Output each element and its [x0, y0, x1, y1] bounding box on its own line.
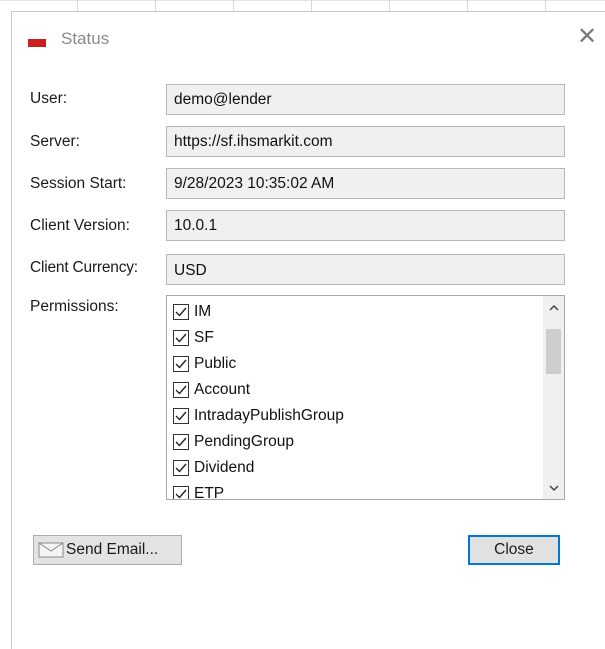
envelope-icon	[38, 542, 64, 558]
permission-item[interactable]: IM	[173, 299, 344, 325]
permission-checkbox[interactable]	[173, 408, 189, 424]
send-email-label: Send Email...	[66, 541, 159, 558]
client-currency-field: USD	[166, 254, 565, 285]
permission-checkbox[interactable]	[173, 304, 189, 320]
permission-name: PendingGroup	[194, 433, 294, 450]
scrollbar-thumb[interactable]	[546, 329, 561, 374]
checkmark-icon	[175, 333, 187, 343]
background-gridline	[0, 0, 605, 1]
window-title: Status	[61, 29, 110, 48]
permission-name: IntradayPublishGroup	[194, 407, 344, 424]
permission-item[interactable]: IntradayPublishGroup	[173, 403, 344, 429]
server-label: Server:	[30, 133, 80, 150]
permission-item[interactable]: ETP	[173, 481, 344, 500]
status-dialog: Status ✕ User: demo@lender Server: https…	[11, 11, 605, 649]
checkmark-icon	[175, 385, 187, 395]
permissions-items: IM SF Public Account IntradayPublishGroup Pen…	[173, 299, 344, 500]
close-icon[interactable]: ✕	[575, 25, 599, 49]
permission-item[interactable]: PendingGroup	[173, 429, 344, 455]
permission-checkbox[interactable]	[173, 434, 189, 450]
permission-item[interactable]: SF	[173, 325, 344, 351]
permission-name: Account	[194, 381, 251, 398]
checkmark-icon	[175, 307, 187, 317]
close-button-label: Close	[494, 541, 534, 558]
send-email-button[interactable]: Send Email...	[33, 535, 182, 565]
chevron-up-icon[interactable]	[543, 296, 564, 318]
permission-checkbox[interactable]	[173, 330, 189, 346]
client-version-field: 10.0.1	[166, 210, 565, 241]
permissions-label: Permissions:	[30, 298, 119, 315]
permission-name: Dividend	[194, 459, 255, 476]
client-currency-label: Client Currency:	[30, 259, 138, 276]
app-logo-icon	[28, 36, 46, 47]
checkmark-icon	[175, 359, 187, 369]
permission-item[interactable]: Public	[173, 351, 344, 377]
checkmark-icon	[175, 411, 187, 421]
permissions-scrollbar[interactable]	[543, 296, 564, 499]
permission-checkbox[interactable]	[173, 382, 189, 398]
permission-item[interactable]: Dividend	[173, 455, 344, 481]
checkmark-icon	[175, 463, 187, 473]
session-start-field: 9/28/2023 10:35:02 AM	[166, 168, 565, 199]
permission-checkbox[interactable]	[173, 486, 189, 499]
checkmark-icon	[175, 489, 187, 499]
permission-item[interactable]: Account	[173, 377, 344, 403]
close-button[interactable]: Close	[468, 535, 560, 565]
client-version-label: Client Version:	[30, 217, 130, 234]
permissions-list[interactable]: IM SF Public Account IntradayPublishGroup Pen…	[166, 295, 565, 500]
chevron-down-icon[interactable]	[543, 477, 564, 499]
permission-name: SF	[194, 329, 214, 346]
permission-checkbox[interactable]	[173, 356, 189, 372]
user-label: User:	[30, 90, 68, 107]
session-start-label: Session Start:	[30, 175, 127, 192]
server-field: https://sf.ihsmarkit.com	[166, 126, 565, 157]
permission-checkbox[interactable]	[173, 460, 189, 476]
checkmark-icon	[175, 437, 187, 447]
permission-name: ETP	[194, 485, 225, 500]
permission-name: IM	[194, 303, 212, 320]
user-field: demo@lender	[166, 84, 565, 115]
title-bar: Status ✕	[12, 12, 605, 62]
permission-name: Public	[194, 355, 237, 372]
